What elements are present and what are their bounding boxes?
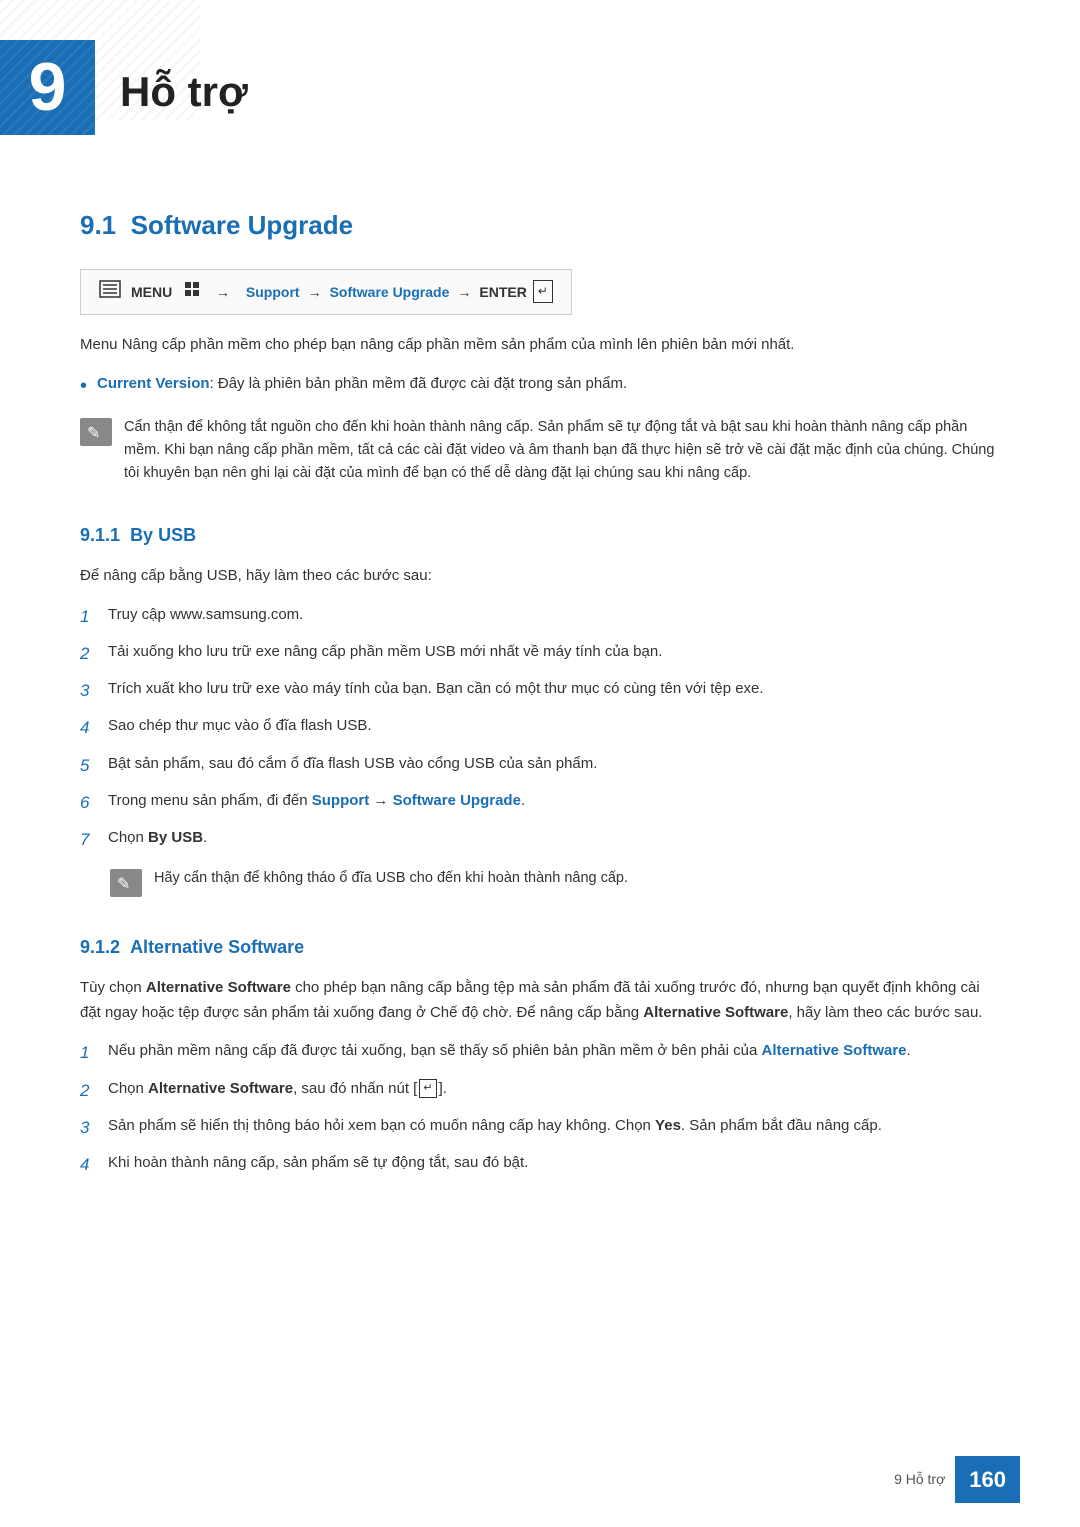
- step-text: Chọn By USB.: [108, 826, 207, 850]
- step-num: 5: [80, 752, 108, 779]
- step-num: 1: [80, 603, 108, 630]
- usb-steps-list: 1 Truy cập www.samsung.com. 2 Tải xuống …: [80, 603, 1000, 853]
- note-box-2: Hãy cẩn thận để không tháo ổ đĩa USB cho…: [110, 867, 1000, 897]
- section-9-1-title: 9.1 Software Upgrade: [80, 205, 1000, 247]
- step-text: Sao chép thư mục vào ổ đĩa flash USB.: [108, 714, 372, 738]
- list-item: 4 Khi hoàn thành nâng cấp, sản phẩm sẽ t…: [80, 1151, 1000, 1178]
- step-text: Truy cập www.samsung.com.: [108, 603, 303, 627]
- section-9-1-2-title: 9.1.2 Alternative Software: [80, 933, 1000, 962]
- current-version-label: Current Version: [97, 375, 210, 392]
- arrow-2: →: [308, 281, 322, 303]
- list-item: 6 Trong menu sản phẩm, đi đến Support → …: [80, 789, 1000, 816]
- alt-software-steps-list: 1 Nếu phần mềm nâng cấp đã được tải xuốn…: [80, 1039, 1000, 1178]
- section-9-1-1-intro: Để nâng cấp bằng USB, hãy làm theo các b…: [80, 564, 1000, 589]
- note-text-2: Hãy cẩn thận để không tháo ổ đĩa USB cho…: [154, 867, 628, 890]
- support-label: Support: [246, 281, 300, 303]
- section-9-1-intro: Menu Nâng cấp phần mềm cho phép bạn nâng…: [80, 333, 1000, 358]
- note-icon-2: [110, 869, 142, 897]
- list-item: 7 Chọn By USB.: [80, 826, 1000, 853]
- step-text: Bật sản phẩm, sau đó cắm ổ đĩa flash USB…: [108, 752, 597, 776]
- step-num: 1: [80, 1039, 108, 1066]
- step-text: Trong menu sản phẩm, đi đến Support → So…: [108, 789, 525, 813]
- list-item: 2 Tải xuống kho lưu trữ exe nâng cấp phầ…: [80, 640, 1000, 667]
- step-text: Tải xuống kho lưu trữ exe nâng cấp phần …: [108, 640, 662, 664]
- step-text: Nếu phần mềm nâng cấp đã được tải xuống,…: [108, 1039, 911, 1063]
- footer-text: 9 Hỗ trợ: [894, 1468, 945, 1490]
- note-box-1: Cẩn thận để không tắt nguồn cho đến khi …: [80, 416, 1000, 486]
- software-upgrade-label: Software Upgrade: [330, 281, 450, 303]
- step-num: 6: [80, 789, 108, 816]
- bullet-dot: •: [80, 370, 87, 402]
- enter-label: ENTER: [479, 281, 526, 303]
- arrow-3: →: [457, 281, 471, 303]
- list-item: 3 Trích xuất kho lưu trữ exe vào máy tín…: [80, 677, 1000, 704]
- list-item: 1 Nếu phần mềm nâng cấp đã được tải xuốn…: [80, 1039, 1000, 1066]
- note-text-1: Cẩn thận để không tắt nguồn cho đến khi …: [124, 416, 1000, 486]
- page-footer: 9 Hỗ trợ 160: [894, 1456, 1020, 1503]
- step-text: Khi hoàn thành nâng cấp, sản phẩm sẽ tự …: [108, 1151, 528, 1175]
- grid-icon-menu: [184, 281, 200, 303]
- step-num: 4: [80, 1151, 108, 1178]
- step-text: Trích xuất kho lưu trữ exe vào máy tính …: [108, 677, 764, 701]
- page-number: 160: [955, 1456, 1020, 1503]
- section-9-1-2-intro: Tùy chọn Alternative Software cho phép b…: [80, 976, 1000, 1026]
- list-item: 4 Sao chép thư mục vào ổ đĩa flash USB.: [80, 714, 1000, 741]
- step-text: Chọn Alternative Software, sau đó nhấn n…: [108, 1077, 447, 1101]
- bullet-list: • Current Version: Đây là phiên bản phần…: [80, 372, 1000, 402]
- bullet-text: Current Version: Đây là phiên bản phần m…: [97, 372, 627, 396]
- chapter-title: Hỗ trợ: [95, 40, 248, 125]
- arrow-1: →: [216, 281, 230, 303]
- menu-label: MENU: [131, 281, 172, 303]
- list-item: 2 Chọn Alternative Software, sau đó nhấn…: [80, 1077, 1000, 1104]
- menu-path: MENU → Support → Software Upgrade → ENTE…: [80, 269, 572, 315]
- note-icon: [80, 418, 112, 446]
- chapter-number: 9: [0, 40, 95, 135]
- enter-icon: ↵: [533, 280, 553, 303]
- main-content: 9.1 Software Upgrade MENU → Support: [0, 155, 1080, 1252]
- section-9-1-1-title: 9.1.1 By USB: [80, 521, 1000, 550]
- list-item: 3 Sản phẩm sẽ hiển thị thông báo hỏi xem…: [80, 1114, 1000, 1141]
- list-item: • Current Version: Đây là phiên bản phần…: [80, 372, 1000, 402]
- step-num: 2: [80, 640, 108, 667]
- list-item: 1 Truy cập www.samsung.com.: [80, 603, 1000, 630]
- step-num: 4: [80, 714, 108, 741]
- enter-icon-inline: ↵: [419, 1079, 436, 1099]
- chapter-header: 9 Hỗ trợ: [0, 0, 1080, 155]
- list-item: 5 Bật sản phẩm, sau đó cắm ổ đĩa flash U…: [80, 752, 1000, 779]
- step-num: 3: [80, 677, 108, 704]
- current-version-text: : Đây là phiên bản phần mềm đã được cài …: [210, 375, 628, 392]
- step-text: Sản phẩm sẽ hiển thị thông báo hỏi xem b…: [108, 1114, 882, 1138]
- step-num: 7: [80, 826, 108, 853]
- menu-icon: [99, 280, 121, 304]
- step-num: 3: [80, 1114, 108, 1141]
- step-num: 2: [80, 1077, 108, 1104]
